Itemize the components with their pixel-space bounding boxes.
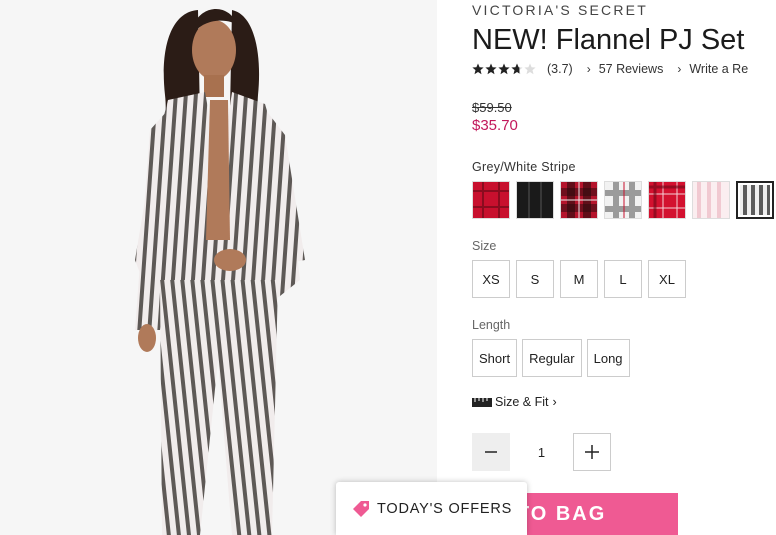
rating-row: (3.7) › 57 Reviews › Write a Re [472,60,748,78]
size-option-s[interactable]: S [516,260,554,298]
size-option-m[interactable]: M [560,260,598,298]
plus-icon [585,445,599,459]
star-full-icon [472,63,484,75]
quantity-value[interactable]: 1 [510,445,573,460]
quantity-decrease-button[interactable] [472,433,510,471]
chevron-right-icon: › [586,62,591,76]
todays-offers-label: TODAY'S OFFERS [377,500,513,517]
reviews-link[interactable]: 57 Reviews [599,62,664,76]
quantity-increase-button[interactable] [573,433,611,471]
swatch-red-plaid[interactable] [472,181,510,219]
tag-icon [353,500,369,517]
length-label: Length [472,318,511,332]
todays-offers-button[interactable]: TODAY'S OFFERS [336,482,527,535]
size-option-xl[interactable]: XL [648,260,686,298]
product-title: NEW! Flannel PJ Set [472,24,745,56]
length-option-short[interactable]: Short [472,339,518,377]
quantity-stepper: 1 [472,433,611,471]
original-price: $59.50 [472,100,512,115]
length-option-long[interactable]: Long [586,339,630,377]
star-rating [472,63,537,75]
minus-icon [485,451,497,453]
star-empty-icon [524,63,536,75]
star-partial-icon [511,63,523,75]
length-option-regular[interactable]: Regular [522,339,582,377]
star-full-icon [498,63,510,75]
star-full-icon [485,63,497,75]
length-options: Short Regular Long [472,339,635,377]
chevron-right-icon: › [552,395,557,409]
size-fit-label: Size & Fit [495,395,549,409]
model-illustration [135,8,305,535]
size-option-l[interactable]: L [604,260,642,298]
size-fit-link[interactable]: Size & Fit › [472,395,557,409]
swatch-black-stripe[interactable] [516,181,554,219]
chevron-right-icon: › [677,62,682,76]
selected-color-label: Grey/White Stripe [472,160,576,174]
size-option-xs[interactable]: XS [472,260,510,298]
swatch-grey-white-stripe[interactable] [736,181,774,219]
color-swatches [472,181,776,219]
size-label: Size [472,239,497,253]
product-image[interactable] [0,0,437,535]
swatch-grey-white-plaid[interactable] [604,181,642,219]
ruler-icon [472,397,492,407]
product-details: VICTORIA'S SECRET NEW! Flannel PJ Set (3… [472,0,776,535]
rating-value: (3.7) [547,62,573,76]
swatch-red-plaid-2[interactable] [648,181,686,219]
write-review-link[interactable]: Write a Re [689,62,748,76]
swatch-pink-white-stripe[interactable] [692,181,730,219]
sale-price: $35.70 [472,117,518,134]
size-options: XS S M L XL [472,260,692,298]
swatch-red-black-check[interactable] [560,181,598,219]
brand-name[interactable]: VICTORIA'S SECRET [472,2,648,18]
